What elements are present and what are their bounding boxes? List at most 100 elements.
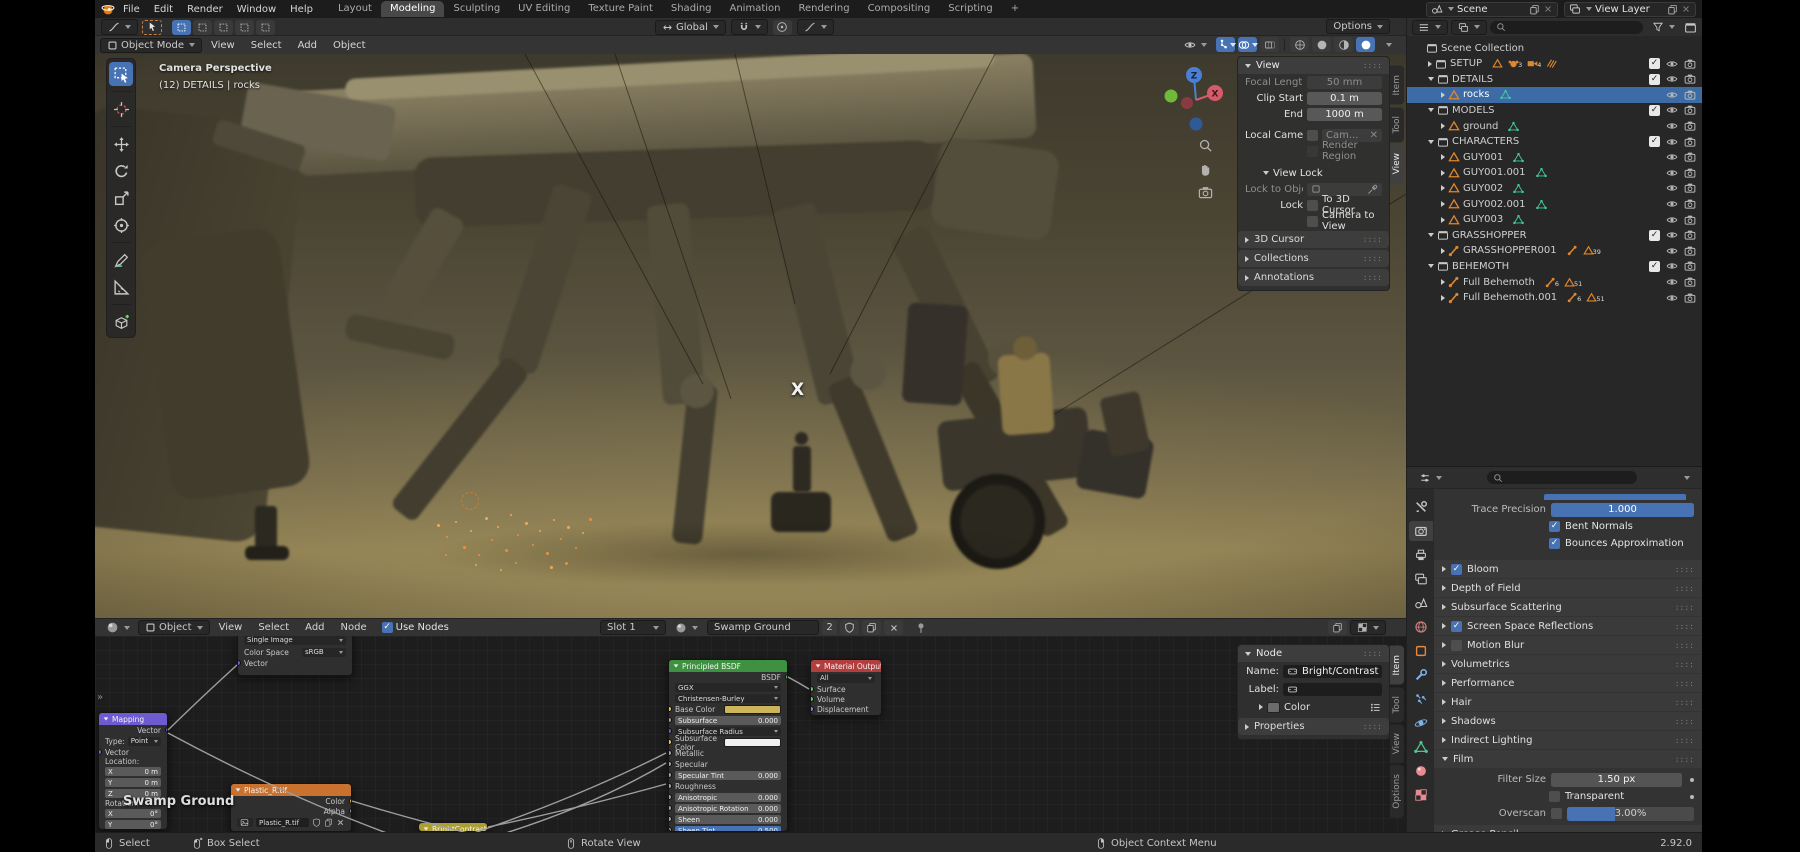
panel-hair[interactable]: Hair::::: [1434, 693, 1702, 711]
shading-wireframe[interactable]: [1290, 37, 1309, 52]
panel-grip-icon[interactable]: ::::: [1675, 641, 1694, 650]
node-socket[interactable]: [98, 749, 102, 755]
outliner-row-guy001-001[interactable]: GUY001.001: [1407, 165, 1702, 181]
sidebar-expand-chevron[interactable]: »: [97, 692, 103, 703]
properties-tab-object[interactable]: [1409, 641, 1433, 661]
checkbox[interactable]: ✓: [1649, 58, 1660, 69]
panel-performance[interactable]: Performance::::: [1434, 674, 1702, 692]
tool-rotate[interactable]: [109, 159, 133, 183]
shader-sidebar-tab-tool[interactable]: Tool: [1390, 687, 1404, 722]
properties-tab-material[interactable]: [1409, 761, 1433, 781]
eye-icon[interactable]: [1666, 167, 1678, 179]
node-socket[interactable]: [668, 761, 672, 767]
workspace-tab-texture-paint[interactable]: Texture Paint: [579, 1, 662, 17]
proportional-falloff-dropdown[interactable]: [797, 19, 834, 35]
checkbox[interactable]: [1451, 640, 1462, 651]
outliner-row-scene-collection[interactable]: Scene Collection: [1407, 40, 1702, 56]
field-value[interactable]: 50 mm: [1307, 76, 1382, 89]
select-mode-5[interactable]: [256, 20, 275, 35]
panel-grip-icon[interactable]: ::::: [1675, 622, 1694, 631]
dropper-icon[interactable]: [1367, 184, 1378, 195]
gizmos-toggle[interactable]: [1216, 37, 1235, 52]
outliner-row-guy002[interactable]: GUY002: [1407, 180, 1702, 196]
fake-user-toggle[interactable]: [840, 620, 859, 635]
camera-icon[interactable]: [1684, 245, 1696, 257]
color-presets-icon[interactable]: [1369, 701, 1382, 714]
properties-tab-view-layer[interactable]: [1409, 569, 1433, 589]
shader-menu-node[interactable]: Node: [334, 620, 374, 635]
camera-icon[interactable]: [1684, 276, 1696, 288]
panel-grip-icon[interactable]: ::::: [1675, 717, 1694, 726]
shader-menu-view[interactable]: View: [212, 620, 250, 635]
outliner-row-full-behemoth[interactable]: Full Behemoth651: [1407, 274, 1702, 290]
material-browse[interactable]: [669, 621, 704, 635]
node-name-field[interactable]: Bright/Contrast: [1283, 665, 1382, 678]
panel-grip-icon[interactable]: ::::: [1363, 61, 1382, 70]
filter-size-field[interactable]: 1.50 px: [1551, 773, 1682, 787]
eye-icon[interactable]: [1666, 136, 1678, 148]
panel-film[interactable]: Film::::: [1434, 750, 1702, 768]
blender-logo-icon[interactable]: [101, 2, 115, 16]
camera-icon[interactable]: [1684, 214, 1696, 226]
camera-icon[interactable]: [1684, 292, 1696, 304]
node-socket[interactable]: [237, 660, 241, 666]
properties-tab-modifiers[interactable]: [1409, 665, 1433, 685]
panel-grip-icon[interactable]: ::::: [1363, 722, 1382, 731]
node-socket[interactable]: [810, 706, 814, 712]
panel-grip-icon[interactable]: ::::: [1363, 649, 1382, 658]
workspace-tab-layout[interactable]: Layout: [329, 1, 381, 17]
workspace-tab-compositing[interactable]: Compositing: [859, 1, 940, 17]
tool-measure[interactable]: [109, 275, 133, 299]
options-dropdown[interactable]: Options: [1326, 19, 1390, 34]
camera-icon[interactable]: [1684, 73, 1696, 85]
shader-menu-select[interactable]: Select: [251, 620, 296, 635]
toggle-camera-view[interactable]: [1198, 185, 1213, 200]
checkbox[interactable]: [1307, 216, 1318, 227]
shading-material-preview[interactable]: [1334, 37, 1353, 52]
navigation-gizmo[interactable]: Z X: [1161, 62, 1233, 134]
shader-menu-add[interactable]: Add: [298, 620, 331, 635]
shader-sidebar-tab-view[interactable]: View: [1390, 724, 1404, 763]
panel-motion-blur[interactable]: Motion Blur::::: [1434, 636, 1702, 654]
outliner-row-guy002-001[interactable]: GUY002.001: [1407, 196, 1702, 212]
node-socket[interactable]: [810, 696, 814, 702]
panel-3d-cursor[interactable]: 3D Cursor::::: [1238, 231, 1389, 248]
camera-icon[interactable]: [1684, 89, 1696, 101]
node-socket[interactable]: [668, 706, 672, 712]
camera-icon[interactable]: [1684, 198, 1696, 210]
zoom-view[interactable]: [1198, 138, 1213, 153]
mode-dropdown[interactable]: Object Mode: [100, 38, 202, 53]
panel-grip-icon[interactable]: ::::: [1675, 755, 1694, 764]
node-socket[interactable]: [668, 772, 672, 778]
node-socket[interactable]: [668, 739, 672, 745]
shader-node-canvas[interactable]: Swamp Ground » Node::::Name:Bright/Contr…: [95, 636, 1406, 832]
outliner-row-characters[interactable]: CHARACTERS✓: [1407, 134, 1702, 150]
workspace-tab-sculpting[interactable]: Sculpting: [444, 1, 509, 17]
properties-tab-tool[interactable]: [1409, 497, 1433, 517]
view-layer-selector[interactable]: View Layer: [1564, 2, 1696, 17]
overscan-slider[interactable]: 3.00%: [1567, 807, 1694, 821]
eye-icon[interactable]: [1666, 214, 1678, 226]
workspace-tab-rendering[interactable]: Rendering: [789, 1, 858, 17]
checkbox[interactable]: ✓: [1649, 261, 1660, 272]
properties-tab-texture[interactable]: [1409, 785, 1433, 805]
pan-view[interactable]: [1198, 162, 1213, 177]
node-socket[interactable]: [668, 728, 672, 734]
material-name-field[interactable]: Swamp Ground: [707, 620, 819, 635]
menu-window[interactable]: Window: [230, 2, 283, 17]
shader-sidebar-tab-item[interactable]: Item: [1390, 646, 1404, 685]
outliner-row-rocks[interactable]: rocks: [1407, 87, 1702, 103]
node-color-swatch[interactable]: [1267, 702, 1280, 713]
pin-toggle[interactable]: [911, 620, 930, 635]
eye-icon[interactable]: [1666, 292, 1678, 304]
checkbox[interactable]: ✓: [1549, 538, 1560, 549]
camera-icon[interactable]: [1684, 260, 1696, 272]
sidebar-tab-tool[interactable]: Tool: [1390, 107, 1404, 142]
sidebar-tab-view[interactable]: View: [1390, 144, 1404, 183]
outliner-display-mode[interactable]: [1412, 20, 1448, 35]
snap-dropdown[interactable]: [731, 19, 768, 35]
node-socket[interactable]: [668, 805, 672, 811]
node-panel-header[interactable]: Node::::: [1238, 645, 1389, 662]
viewport-menu-select[interactable]: Select: [244, 38, 289, 53]
camera-icon[interactable]: [1684, 58, 1696, 70]
